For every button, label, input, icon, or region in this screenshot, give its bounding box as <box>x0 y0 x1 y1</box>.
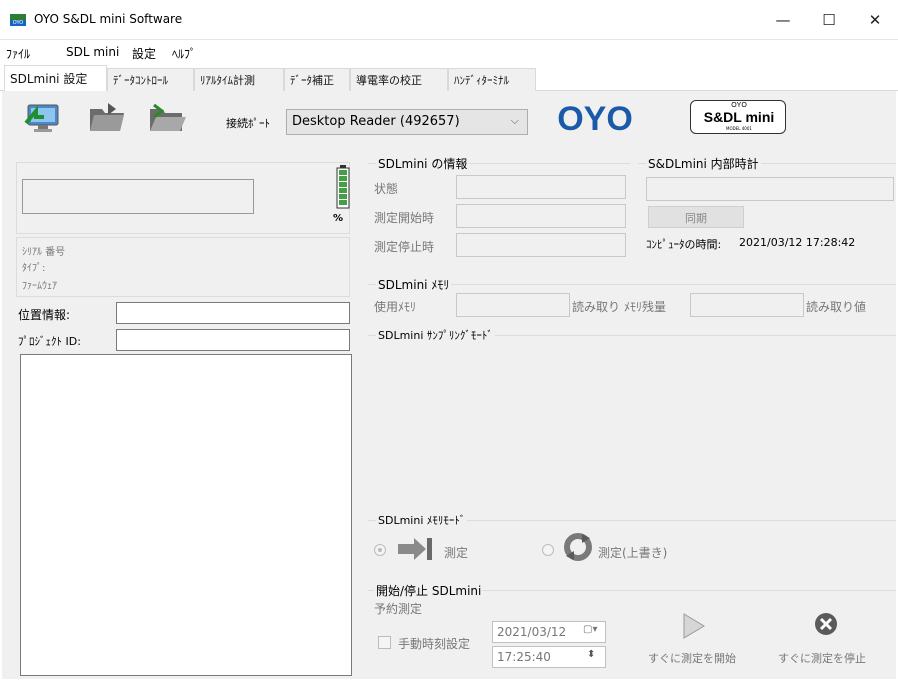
clock-field <box>646 177 894 201</box>
status-field <box>456 175 626 199</box>
download-folder-icon[interactable] <box>86 99 128 135</box>
maximize-button[interactable]: ☐ <box>806 0 852 40</box>
time-value: 17:25:40 <box>497 650 551 664</box>
app-icon: OYO <box>10 14 26 26</box>
start-time-label: 測定開始時 <box>374 211 435 225</box>
port-select-value: Desktop Reader (492657) <box>292 114 460 129</box>
connect-monitor-icon[interactable] <box>22 99 64 135</box>
start-time-field <box>456 204 626 228</box>
date-picker[interactable]: 2021/03/12 ▢▾ <box>492 621 606 643</box>
memmode-overwrite-label: 測定(上書き) <box>598 546 668 560</box>
battery-unit: % <box>333 213 344 224</box>
open-folder-icon[interactable] <box>146 99 188 135</box>
sdl-mini-badge: OYO S&DL mini MODEL 4001 <box>690 100 786 134</box>
used-memory-label: 使用ﾒﾓﾘ <box>374 300 417 314</box>
computer-time-value: 2021/03/12 17:28:42 <box>739 236 856 249</box>
battery-icon <box>336 164 350 210</box>
notes-textarea[interactable] <box>20 354 352 676</box>
clock-header: S&DLmini 内部時計 <box>646 155 761 172</box>
oyo-logo: OYO <box>545 98 645 138</box>
menu-file[interactable]: ﾌｧｲﾙ <box>6 45 30 62</box>
scheduled-label: 予約測定 <box>374 602 423 616</box>
manual-time-checkbox[interactable] <box>378 636 391 649</box>
tab-sdlmini-settings[interactable]: SDLmini 設定 <box>4 65 107 92</box>
port-select[interactable]: Desktop Reader (492657) ⌵ <box>286 109 528 135</box>
location-label: 位置情報: <box>18 308 71 322</box>
menu-settings[interactable]: 設定 <box>132 45 156 62</box>
menu-bar: ﾌｧｲﾙ SDL mini 設定 ﾍﾙﾌﾟ <box>0 40 898 65</box>
computer-time-label: ｺﾝﾋﾟｭｰﾀの時間: <box>646 238 722 251</box>
remaining-memory-label: ﾒﾓﾘ残量 <box>624 300 667 314</box>
badge-top-text: OYO <box>731 102 747 109</box>
tab-data-correction[interactable]: ﾃﾞｰﾀ補正 <box>284 68 350 91</box>
svg-text:OYO: OYO <box>557 100 633 138</box>
play-icon[interactable] <box>676 610 708 642</box>
location-input[interactable] <box>116 302 350 324</box>
sampling-header: SDLmini ｻﾝﾌﾟﾘﾝｸﾞﾓｰﾄﾞ <box>376 327 495 343</box>
remaining-memory-read-label: 読み取り値 <box>806 300 867 314</box>
device-display-box <box>22 179 254 214</box>
stop-time-field <box>456 233 626 257</box>
manual-time-label: 手動時刻設定 <box>398 637 471 651</box>
date-value: 2021/03/12 <box>497 625 567 639</box>
chevron-down-icon[interactable]: ⌵ <box>511 114 519 128</box>
memmode-overwrite-radio[interactable] <box>542 544 554 556</box>
stop-time-label: 測定停止時 <box>374 240 435 254</box>
device-info-group <box>16 237 350 297</box>
window-title: OYO S&DL mini Software <box>34 12 183 26</box>
memmode-header: SDLmini ﾒﾓﾘﾓｰﾄﾞ <box>376 512 468 528</box>
calendar-icon[interactable]: ▢▾ <box>583 624 597 635</box>
status-label: 状態 <box>374 182 399 196</box>
tab-realtime[interactable]: ﾘｱﾙﾀｲﾑ計測 <box>194 68 284 91</box>
project-label: ﾌﾟﾛｼﾞｪｸﾄ ID: <box>18 335 81 348</box>
tab-handy-terminal[interactable]: ﾊﾝﾃﾞｨﾀｰﾐﾅﾙ <box>448 68 536 91</box>
serial-label: ｼﾘｱﾙ 番号 <box>22 247 66 258</box>
tab-data-control[interactable]: ﾃﾞｰﾀｺﾝﾄﾛｰﾙ <box>107 68 194 91</box>
arrow-right-icon <box>396 534 434 564</box>
minimize-button[interactable]: — <box>760 0 806 40</box>
title-bar: OYO OYO S&DL mini Software — ☐ ✕ <box>0 0 898 40</box>
stop-icon[interactable] <box>814 612 838 636</box>
spinner-icon[interactable]: ⬍ <box>587 649 595 660</box>
memmode-measure-radio[interactable] <box>374 544 386 556</box>
firmware-label: ﾌｧｰﾑｳｪｱ <box>22 281 57 292</box>
time-picker[interactable]: 17:25:40 ⬍ <box>492 646 606 668</box>
badge-main-text: S&DL mini <box>703 109 775 125</box>
used-memory-field <box>456 293 570 317</box>
menu-sdl-mini[interactable]: SDL mini <box>66 45 119 59</box>
recycle-icon <box>562 532 594 562</box>
close-button[interactable]: ✕ <box>852 0 898 40</box>
port-label: 接続ﾎﾟｰﾄ <box>226 117 270 130</box>
used-memory-read-label: 読み取り <box>572 300 621 314</box>
start-now-button[interactable]: すぐに測定を開始 <box>648 650 736 666</box>
menu-help[interactable]: ﾍﾙﾌﾟ <box>172 45 196 62</box>
memory-header: SDLmini ﾒﾓﾘ <box>376 276 452 293</box>
sync-button[interactable]: 同期 <box>648 206 744 228</box>
badge-sub-text: MODEL 4001 <box>726 126 752 131</box>
info-header: SDLmini の情報 <box>376 155 470 172</box>
tab-strip: SDLmini 設定 ﾃﾞｰﾀｺﾝﾄﾛｰﾙ ﾘｱﾙﾀｲﾑ計測 ﾃﾞｰﾀ補正 導電… <box>0 65 898 92</box>
project-id-input[interactable] <box>116 329 350 351</box>
remaining-memory-field <box>690 293 804 317</box>
memmode-measure-label: 測定 <box>444 546 469 560</box>
tab-conductivity-calibration[interactable]: 導電率の校正 <box>350 68 448 91</box>
startstop-header: 開始/停止 SDLmini <box>374 582 484 599</box>
stop-now-button[interactable]: すぐに測定を停止 <box>778 650 866 666</box>
type-label: ﾀｲﾌﾟ: <box>22 263 46 274</box>
